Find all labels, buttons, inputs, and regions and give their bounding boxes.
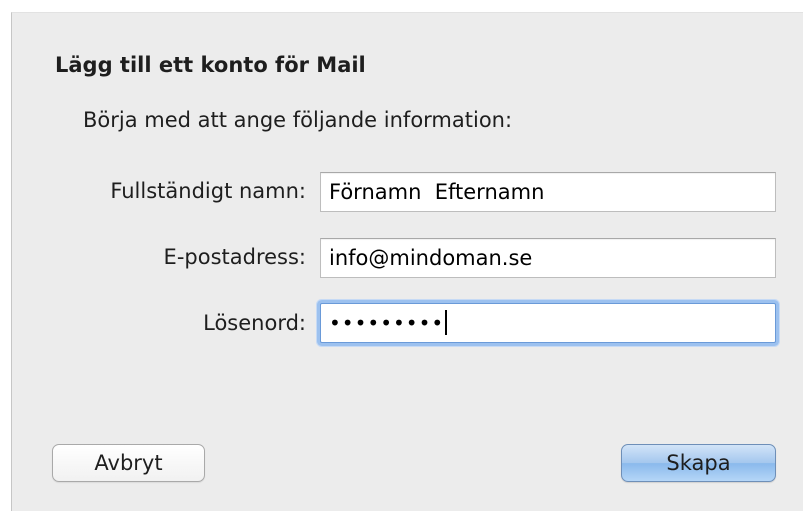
email-value: info@mindoman.se xyxy=(329,246,533,270)
password-masked-value: ••••••••• xyxy=(329,311,445,335)
password-field[interactable]: ••••••••• xyxy=(320,303,776,343)
full-name-value: Förnamn Efternamn xyxy=(329,180,545,204)
text-caret xyxy=(445,310,448,335)
email-label: E-postadress: xyxy=(163,245,306,269)
full-name-label: Fullständigt namn: xyxy=(110,179,306,203)
dialog-subtitle: Börja med att ange följande information: xyxy=(83,108,513,132)
create-button[interactable]: Skapa xyxy=(621,444,776,482)
full-name-field[interactable]: Förnamn Efternamn xyxy=(320,172,776,212)
email-field[interactable]: info@mindoman.se xyxy=(320,238,776,278)
password-label: Lösenord: xyxy=(203,311,306,335)
dialog-title: Lägg till ett konto för Mail xyxy=(55,53,366,77)
account-setup-sheet: Lägg till ett konto för Mail Börja med a… xyxy=(11,12,803,511)
cancel-button[interactable]: Avbryt xyxy=(52,444,205,482)
